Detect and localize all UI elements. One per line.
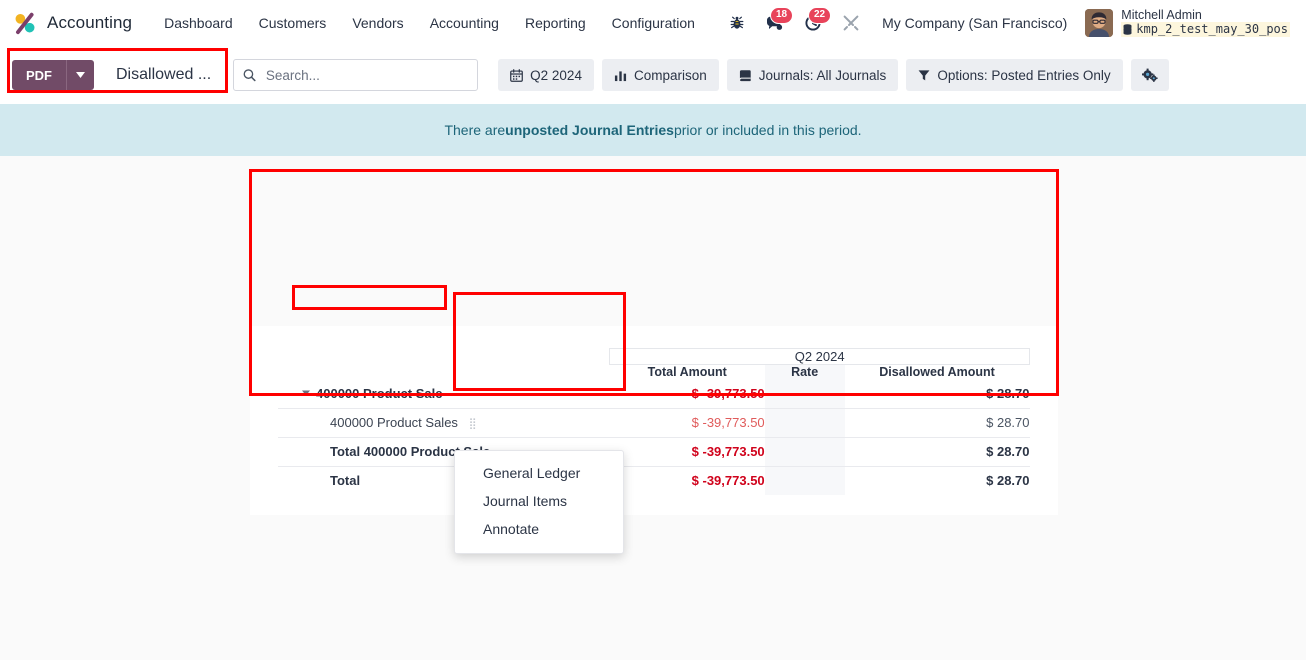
table-body: 400000 Product Sale $ -39,773.50 $ 28.70… [278,379,1030,495]
messages-button[interactable]: 18 [758,6,794,40]
search-container [233,59,479,91]
table-head: Q2 2024 Total Amount Rate Disallowed Amo… [278,348,1030,380]
alert-text-strong: unposted Journal Entries [505,122,674,138]
menu-item-general-ledger[interactable]: General Ledger [455,459,623,487]
alert-text-suffix: prior or included in this period. [673,122,862,138]
brand-name: Accounting [47,13,133,32]
row-total-amount[interactable]: $ -39,773.50 [609,436,765,466]
row-label-cell[interactable]: 400000 Product Sale [278,379,610,408]
menu-item-journal-items[interactable]: Journal Items [455,487,623,515]
filter-comparison-button[interactable]: Comparison [601,59,719,91]
filter-buttons: Q2 2024 Comparison Journals: All Journal… [498,59,1169,91]
user-menu[interactable]: Mitchell Admin kmp_2_test_may_30_pos [1081,6,1296,41]
activities-badge: 22 [807,7,832,24]
report-area: Q2 2024 Total Amount Rate Disallowed Amo… [0,156,1306,660]
search-icon [243,69,256,82]
messages-badge: 18 [769,7,794,24]
report-settings-button[interactable] [1130,59,1169,91]
search-input[interactable] [263,66,469,84]
row-rate [764,465,845,495]
filter-journals-button[interactable]: Journals: All Journals [726,59,899,91]
filter-period-label: Q2 2024 [530,67,582,83]
menu-item-vendors[interactable]: Vendors [340,9,415,37]
row-rate [764,407,845,437]
database-name-chip: kmp_2_test_may_30_pos [1121,22,1290,37]
activities-button[interactable]: 22 [796,6,832,40]
funnel-icon [918,69,930,80]
menu-item-reporting[interactable]: Reporting [513,9,598,37]
row-disallowed-amount[interactable]: $ 28.70 [845,379,1029,408]
table-row[interactable]: 400000 Product Sales ⣿ $ -39,773.50 $ 28… [278,407,1030,437]
pdf-export-button[interactable]: PDF [12,60,66,90]
row-total-amount[interactable]: $ -39,773.50 [609,407,765,437]
filter-period-button[interactable]: Q2 2024 [498,59,594,91]
table-column-header-row: Total Amount Rate Disallowed Amount [278,364,1030,380]
spacer-cell [278,349,610,365]
top-navbar: Accounting Dashboard Customers Vendors A… [0,0,1306,46]
filter-journals-label: Journals: All Journals [758,67,887,83]
breadcrumb[interactable]: Disallowed ... [116,66,211,84]
systray: 18 22 My Company (San Francisco) Mitchel… [720,6,1296,41]
book-icon [739,69,751,81]
row-label: Total [330,473,361,489]
row-label: 400000 Product Sales [330,414,458,430]
row-total-amount[interactable]: $ -39,773.50 [610,379,765,408]
avatar [1085,9,1114,37]
period-header: Q2 2024 [609,348,1030,365]
disallowed-expenses-table: Q2 2024 Total Amount Rate Disallowed Amo… [278,348,1030,495]
database-name: kmp_2_test_may_30_pos [1136,22,1288,37]
pdf-export-dropdown-button[interactable] [66,60,94,90]
row-disallowed-amount[interactable]: $ 28.70 [844,465,1030,495]
row-label-cell[interactable]: 400000 Product Sales ⣿ [278,407,610,437]
menu-item-accounting[interactable]: Accounting [418,9,511,37]
menu-item-dashboard[interactable]: Dashboard [152,9,245,37]
filter-comparison-label: Comparison [633,67,707,83]
calendar-icon [510,68,524,82]
user-name: Mitchell Admin [1121,7,1202,22]
table-period-row: Q2 2024 [278,348,1030,365]
row-rate [764,436,845,466]
table-row[interactable]: Total $ -39,773.50 $ 28.70 [278,465,1030,495]
filter-options-button[interactable]: Options: Posted Entries Only [906,59,1123,91]
row-label: 400000 Product Sale [316,385,443,401]
app-brand[interactable]: Accounting [8,10,138,36]
bar-chart-icon [614,70,627,81]
caret-down-icon [76,72,85,78]
drag-handle-icon[interactable]: ⣿ [469,417,477,430]
unposted-entries-alert: There are unposted Journal Entries prior… [0,104,1306,156]
menu-item-configuration[interactable]: Configuration [600,9,707,37]
column-header-disallowed-amount: Disallowed Amount [879,365,995,379]
column-header-rate: Rate [764,364,845,379]
filter-options-label: Options: Posted Entries Only [937,67,1111,83]
menu-item-customers[interactable]: Customers [247,9,339,37]
row-disallowed-amount[interactable]: $ 28.70 [844,407,1030,437]
debug-menu-button[interactable] [720,6,754,40]
row-total-amount[interactable]: $ -39,773.50 [609,465,765,495]
company-switcher[interactable]: My Company (San Francisco) [872,9,1077,37]
table-row[interactable]: Total 400000 Product Sale $ -39,773.50 $… [278,436,1030,466]
database-icon [1123,24,1132,35]
odoo-accounting-logo-icon [15,12,35,35]
table-row[interactable]: 400000 Product Sale $ -39,773.50 $ 28.70 [278,379,1030,408]
report-card: Q2 2024 Total Amount Rate Disallowed Amo… [250,326,1058,515]
column-header-total-amount: Total Amount [647,365,727,379]
chevron-down-icon[interactable] [302,390,310,396]
bug-icon [730,16,744,29]
row-context-menu: General Ledger Journal Items Annotate [454,450,624,554]
cogs-icon [1141,68,1158,82]
spacer-cell-2 [278,365,610,380]
wrench-screwdriver-icon [843,15,859,31]
menu-item-annotate[interactable]: Annotate [455,515,623,543]
main-menu: Dashboard Customers Vendors Accounting R… [152,9,707,37]
alert-text-prefix: There are [444,122,506,138]
pdf-export-group: PDF [12,60,94,90]
control-panel: PDF Disallowed ... Q2 2 [0,46,1306,104]
row-disallowed-amount[interactable]: $ 28.70 [844,436,1030,466]
row-rate [764,379,845,408]
tools-button[interactable] [834,6,868,40]
